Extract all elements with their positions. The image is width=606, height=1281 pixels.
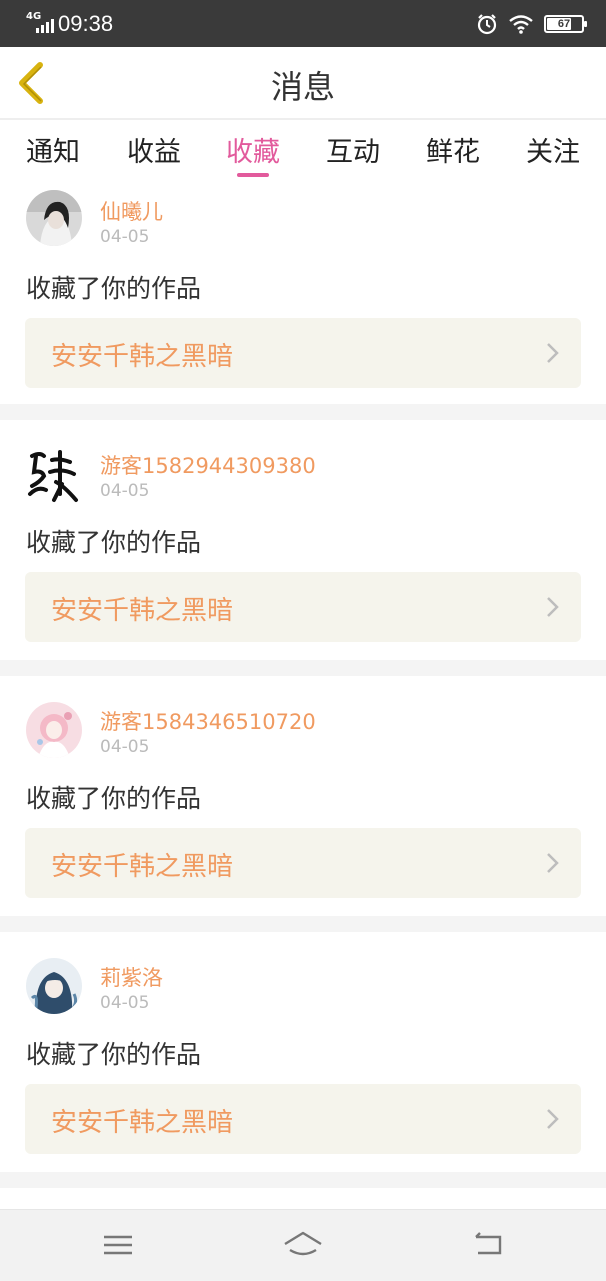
- tab-earnings[interactable]: 收益: [104, 130, 204, 169]
- back-icon[interactable]: [468, 1228, 508, 1262]
- chevron-right-icon: [547, 597, 559, 617]
- work-title: 安安千韩之黑暗: [51, 342, 234, 372]
- home-icon[interactable]: [283, 1228, 323, 1262]
- message-action: 收藏了你的作品: [26, 1040, 202, 1069]
- message-list: 仙曦儿 04-05 收藏了你的作品 安安千韩之黑暗 游客158294430938…: [0, 184, 606, 1188]
- message-card: 莉紫洛 04-05 收藏了你的作品 安安千韩之黑暗: [0, 932, 606, 1154]
- work-link[interactable]: 安安千韩之黑暗: [25, 1084, 581, 1154]
- divider: [0, 404, 606, 420]
- menu-icon[interactable]: [98, 1228, 138, 1262]
- message-card: 游客1582944309380 04-05 收藏了你的作品 安安千韩之黑暗: [0, 420, 606, 642]
- message-action: 收藏了你的作品: [26, 274, 202, 303]
- message-date: 04-05: [100, 993, 150, 1013]
- tab-flowers[interactable]: 鲜花: [403, 130, 503, 169]
- system-nav-bar: [0, 1209, 606, 1281]
- user-name[interactable]: 游客1584346510720: [100, 706, 316, 736]
- work-title: 安安千韩之黑暗: [51, 1108, 234, 1138]
- avatar[interactable]: [26, 958, 82, 1014]
- message-action: 收藏了你的作品: [26, 528, 202, 557]
- active-tab-indicator: [237, 173, 269, 177]
- message-card: 游客1584346510720 04-05 收藏了你的作品 安安千韩之黑暗: [0, 676, 606, 898]
- tab-favorites[interactable]: 收藏: [203, 130, 303, 169]
- tab-notifications[interactable]: 通知: [3, 130, 103, 169]
- work-link[interactable]: 安安千韩之黑暗: [25, 572, 581, 642]
- message-date: 04-05: [100, 737, 150, 757]
- divider: [0, 916, 606, 932]
- avatar[interactable]: [26, 702, 82, 758]
- status-time: 09:38: [58, 10, 114, 36]
- battery-percent: 67: [557, 17, 571, 30]
- work-title: 安安千韩之黑暗: [51, 852, 234, 882]
- wifi-icon: [509, 14, 533, 34]
- battery-icon: 67: [544, 14, 587, 33]
- work-link[interactable]: 安安千韩之黑暗: [25, 318, 581, 388]
- signal-icon: 4G: [26, 11, 54, 35]
- divider: [0, 1172, 606, 1188]
- avatar[interactable]: [26, 446, 82, 506]
- chevron-right-icon: [547, 853, 559, 873]
- work-link[interactable]: 安安千韩之黑暗: [25, 828, 581, 898]
- nav-bar: 消息: [0, 47, 606, 120]
- divider: [0, 660, 606, 676]
- status-bar: 4G 09:38 67: [0, 0, 606, 47]
- user-name[interactable]: 游客1582944309380: [100, 450, 316, 480]
- page-title: 消息: [270, 68, 335, 106]
- avatar[interactable]: [26, 190, 82, 246]
- work-title: 安安千韩之黑暗: [51, 596, 234, 626]
- user-name[interactable]: 莉紫洛: [100, 962, 163, 992]
- message-action: 收藏了你的作品: [26, 784, 202, 813]
- tab-interactions[interactable]: 互动: [303, 130, 403, 169]
- chevron-right-icon: [547, 1109, 559, 1129]
- message-date: 04-05: [100, 227, 150, 247]
- chevron-right-icon: [547, 343, 559, 363]
- user-name[interactable]: 仙曦儿: [100, 196, 163, 226]
- message-date: 04-05: [100, 481, 150, 501]
- message-card: 仙曦儿 04-05 收藏了你的作品 安安千韩之黑暗: [0, 184, 606, 404]
- alarm-icon: [477, 13, 497, 34]
- tab-bar: 通知 收益 收藏 互动 鲜花 关注: [0, 120, 606, 184]
- tab-follows[interactable]: 关注: [503, 130, 603, 169]
